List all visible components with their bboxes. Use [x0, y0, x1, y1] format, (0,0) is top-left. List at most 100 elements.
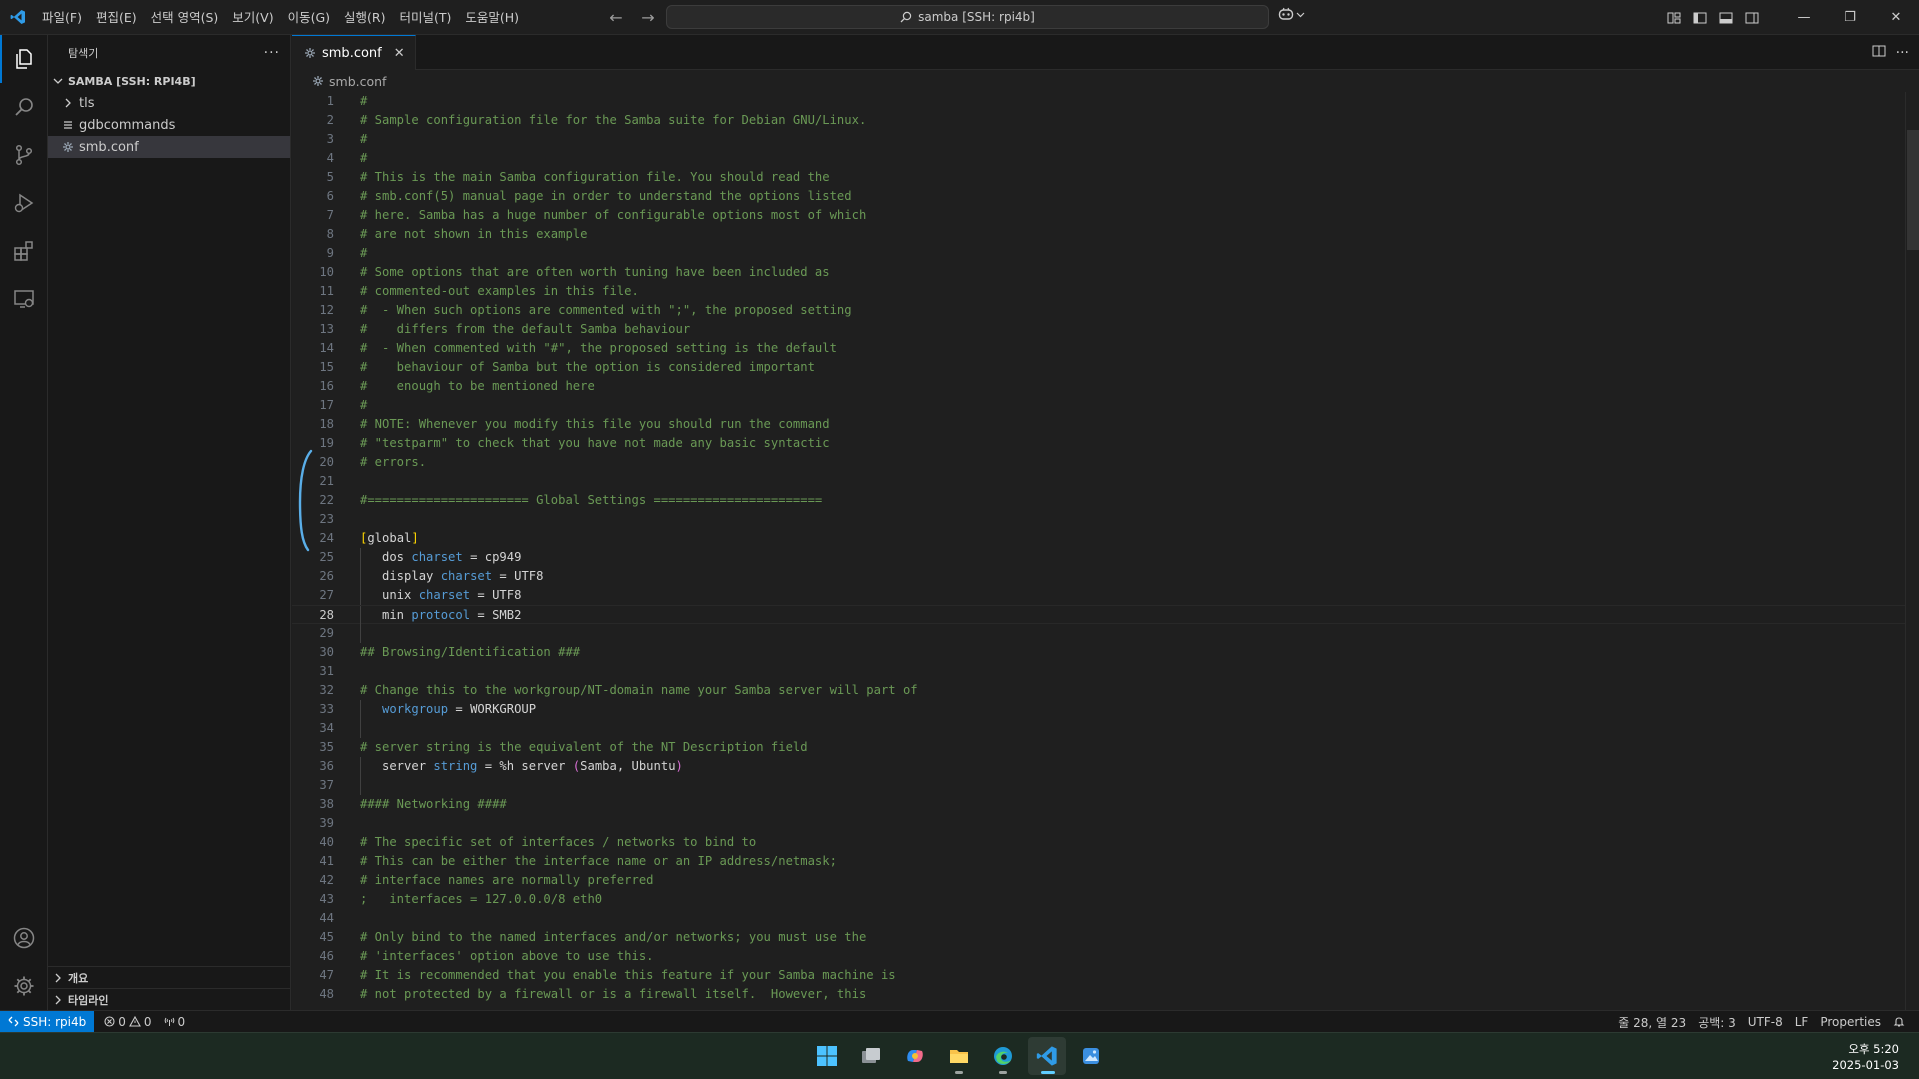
code-line[interactable]: 43 ; interfaces = 127.0.0.0/8 eth0 — [292, 890, 1919, 909]
go-forward-icon[interactable]: → — [637, 7, 659, 29]
toggle-secondary-sidebar-icon[interactable] — [1739, 0, 1765, 35]
accounts-icon[interactable] — [0, 914, 48, 962]
tab-smb-conf[interactable]: smb.conf ✕ — [292, 35, 416, 70]
code-line[interactable]: 28 min protocol = SMB2 — [292, 605, 1919, 625]
code-line[interactable]: 46 # 'interfaces' option above to use thi… — [292, 947, 1919, 966]
search-view-icon[interactable] — [0, 83, 48, 131]
end-of-line[interactable]: LF — [1789, 1011, 1815, 1033]
settings-gear-icon[interactable] — [0, 962, 48, 1010]
code-line[interactable]: 36 server string = %h server (Samba, Ubu… — [292, 757, 1919, 776]
code-line[interactable]: 21 — [292, 472, 1919, 491]
code-line[interactable]: 2 # Sample configuration file for the Sam… — [292, 111, 1919, 130]
menu-item[interactable]: 편집(E) — [89, 0, 144, 35]
customize-layout-icon[interactable] — [1661, 0, 1687, 35]
code-line[interactable]: 1 # — [292, 92, 1919, 111]
toggle-panel-icon[interactable] — [1713, 0, 1739, 35]
code-line[interactable]: 17 # — [292, 396, 1919, 415]
notifications-bell-icon[interactable] — [1887, 1011, 1911, 1033]
copilot-menu-button[interactable] — [1278, 7, 1305, 21]
run-and-debug-icon[interactable] — [0, 179, 48, 227]
command-center[interactable]: samba [SSH: rpi4b] — [666, 5, 1269, 29]
breadcrumb-file[interactable]: smb.conf — [329, 74, 386, 89]
code-line[interactable]: 42 # interface names are normally preferr… — [292, 871, 1919, 890]
code-line[interactable]: 30 ## Browsing/Identification ### — [292, 643, 1919, 662]
cursor-position[interactable]: 줄 28, 열 23 — [1612, 1011, 1692, 1033]
file-encoding[interactable]: UTF-8 — [1742, 1011, 1789, 1033]
menu-item[interactable]: 선택 영역(S) — [144, 0, 226, 35]
code-line[interactable]: 39 — [292, 814, 1919, 833]
code-line[interactable]: 11 # commented-out examples in this file. — [292, 282, 1919, 301]
system-clock[interactable]: 오후 5:20 2025-01-03 — [1832, 1041, 1899, 1073]
code-line[interactable]: 4 # — [292, 149, 1919, 168]
menu-item[interactable]: 이동(G) — [281, 0, 337, 35]
code-line[interactable]: 32 # Change this to the workgroup/NT-doma… — [292, 681, 1919, 700]
tree-item-smb-conf[interactable]: smb.conf — [48, 136, 290, 158]
code-line[interactable]: 14 # - When commented with "#", the propo… — [292, 339, 1919, 358]
problems-indicator[interactable]: 0 0 — [98, 1011, 157, 1033]
ports-indicator[interactable]: 0 — [158, 1011, 192, 1033]
extensions-icon[interactable] — [0, 227, 48, 275]
code-line[interactable]: 3 # — [292, 130, 1919, 149]
outline-section-header[interactable]: 개요 — [48, 966, 291, 988]
code-line[interactable]: 20 # errors. — [292, 453, 1919, 472]
code-line[interactable]: 40 # The specific set of interfaces / net… — [292, 833, 1919, 852]
scrollbar-thumb[interactable] — [1907, 130, 1919, 250]
restore-button[interactable]: ❐ — [1827, 0, 1873, 35]
code-line[interactable]: 26 display charset = UTF8 — [292, 567, 1919, 586]
code-line[interactable]: 38 #### Networking #### — [292, 795, 1919, 814]
code-line[interactable]: 5 # This is the main Samba configuration … — [292, 168, 1919, 187]
timeline-section-header[interactable]: 타임라인 — [48, 988, 291, 1010]
code-line[interactable]: 7 # here. Samba has a huge number of conf… — [292, 206, 1919, 225]
code-editor[interactable]: 1 #2 # Sample configuration file for the S… — [292, 92, 1919, 1010]
code-line[interactable]: 44 — [292, 909, 1919, 928]
code-line[interactable]: 31 — [292, 662, 1919, 681]
code-line[interactable]: 8 # are not shown in this example — [292, 225, 1919, 244]
remote-explorer-icon[interactable] — [0, 275, 48, 323]
split-editor-icon[interactable] — [1872, 43, 1886, 62]
code-line[interactable]: 22 #====================== Global Setting… — [292, 491, 1919, 510]
menu-item[interactable]: 도움말(H) — [458, 0, 526, 35]
code-line[interactable]: 23 — [292, 510, 1919, 529]
editor-scrollbar[interactable] — [1905, 92, 1919, 1010]
code-line[interactable]: 29 — [292, 624, 1919, 643]
code-line[interactable]: 41 # This can be either the interface nam… — [292, 852, 1919, 871]
language-mode[interactable]: Properties — [1814, 1011, 1887, 1033]
code-line[interactable]: 37 — [292, 776, 1919, 795]
code-line[interactable]: 15 # behaviour of Samba but the option is… — [292, 358, 1919, 377]
remote-indicator[interactable]: SSH: rpi4b — [0, 1010, 95, 1033]
code-line[interactable]: 16 # enough to be mentioned here — [292, 377, 1919, 396]
more-actions-icon[interactable]: ··· — [264, 45, 280, 61]
code-line[interactable]: 48 # not protected by a firewall or is a … — [292, 985, 1919, 1004]
task-view-icon[interactable] — [852, 1037, 890, 1075]
menu-item[interactable]: 보기(V) — [225, 0, 280, 35]
code-line[interactable]: 6 # smb.conf(5) manual page in order to u… — [292, 187, 1919, 206]
workspace-folder-header[interactable]: SAMBA [SSH: RPI4B] — [48, 70, 290, 92]
code-line[interactable]: 13 # differs from the default Samba behav… — [292, 320, 1919, 339]
code-line[interactable]: 9 # — [292, 244, 1919, 263]
code-line[interactable]: 10 # Some options that are often worth tu… — [292, 263, 1919, 282]
indentation[interactable]: 공백: 3 — [1692, 1011, 1742, 1033]
code-line[interactable]: 47 # It is recommended that you enable th… — [292, 966, 1919, 985]
close-tab-icon[interactable]: ✕ — [394, 46, 405, 61]
menu-item[interactable]: 파일(F) — [35, 0, 89, 35]
start-icon[interactable] — [808, 1037, 846, 1075]
copilot-icon[interactable] — [896, 1037, 934, 1075]
code-line[interactable]: 27 unix charset = UTF8 — [292, 586, 1919, 605]
source-control-icon[interactable] — [0, 131, 48, 179]
photos-icon[interactable] — [1072, 1037, 1110, 1075]
code-line[interactable]: 45 # Only bind to the named interfaces an… — [292, 928, 1919, 947]
file-explorer-icon[interactable] — [940, 1037, 978, 1075]
menu-item[interactable]: 터미널(T) — [393, 0, 459, 35]
minimize-button[interactable]: — — [1781, 0, 1827, 35]
editor-more-actions-icon[interactable]: ··· — [1896, 45, 1909, 61]
code-line[interactable]: 25 dos charset = cp949 — [292, 548, 1919, 567]
edge-icon[interactable] — [984, 1037, 1022, 1075]
code-line[interactable]: 24 [global] — [292, 529, 1919, 548]
toggle-primary-sidebar-icon[interactable] — [1687, 0, 1713, 35]
code-line[interactable]: 18 # NOTE: Whenever you modify this file … — [292, 415, 1919, 434]
tree-item-gdbcommands[interactable]: gdbcommands — [48, 114, 290, 136]
code-line[interactable]: 33 workgroup = WORKGROUP — [292, 700, 1919, 719]
code-line[interactable]: 35 # server string is the equivalent of t… — [292, 738, 1919, 757]
code-line[interactable]: 12 # - When such options are commented wi… — [292, 301, 1919, 320]
tree-item-tls[interactable]: tls — [48, 92, 290, 114]
